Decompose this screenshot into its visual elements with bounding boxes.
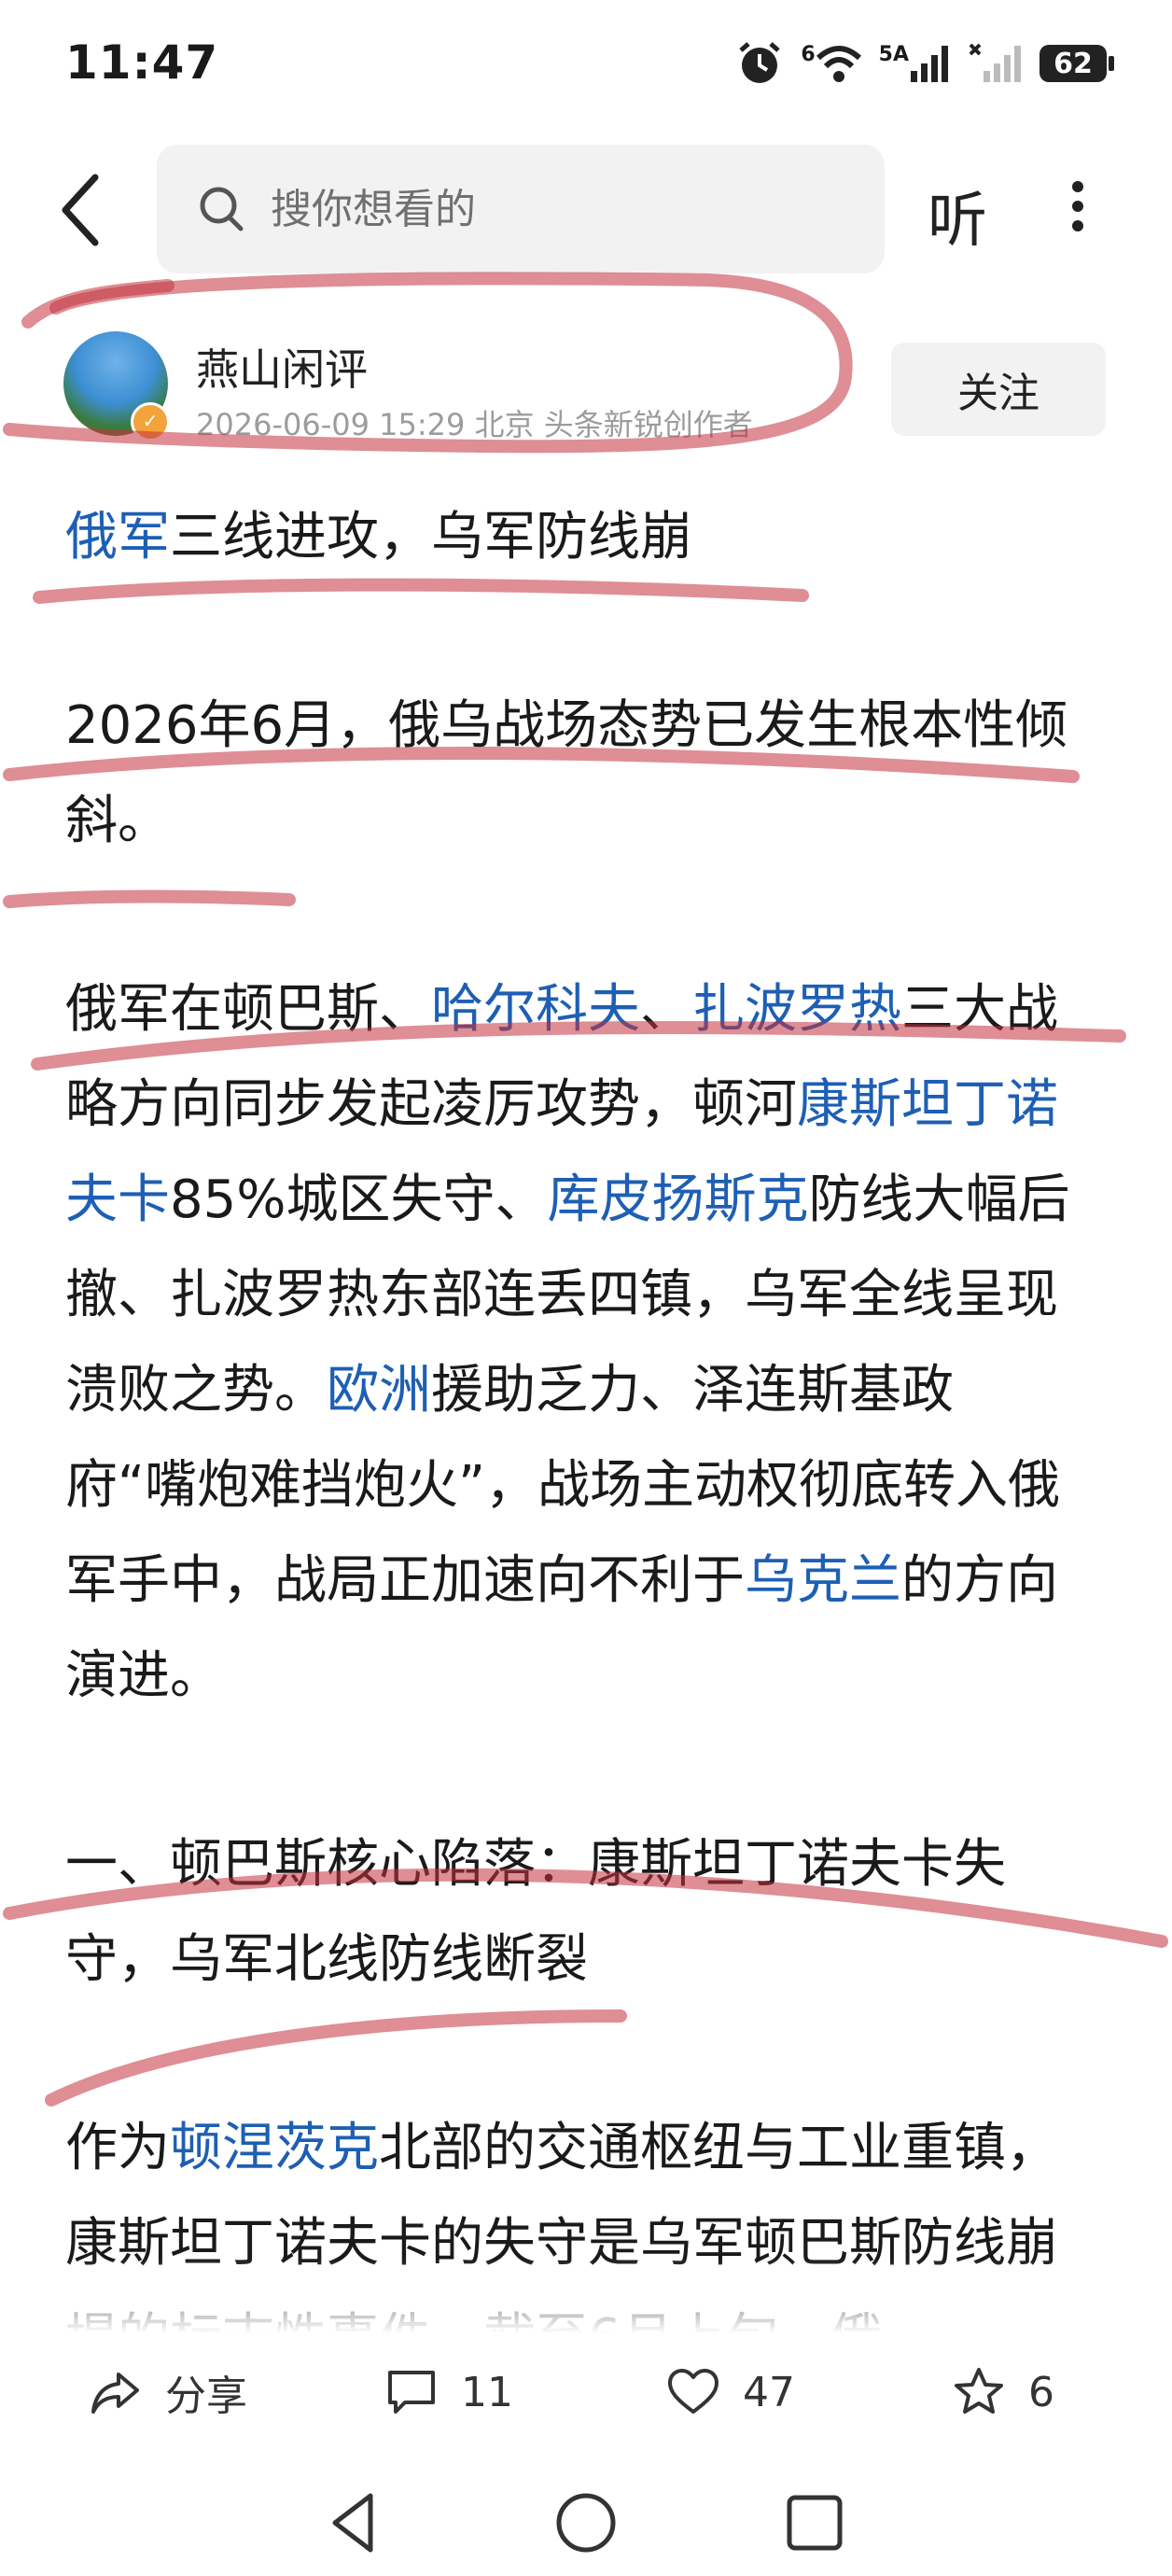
like-count: 47	[743, 2368, 795, 2416]
annotation-author-top	[21, 279, 174, 329]
share-button[interactable]: 分享	[89, 2359, 247, 2425]
paragraph-text: 作为	[65, 2118, 170, 2178]
section-heading-1: 一、顿巴斯核心陷落：康斯坦丁诺夫卡失守，乌军北线防线断裂	[65, 1817, 1073, 2008]
share-label: 分享	[165, 2373, 247, 2420]
nav-back-icon[interactable]	[322, 2490, 387, 2555]
cell-signal-off-icon	[969, 43, 1021, 82]
author-meta: 2026-06-09 15:29 北京 头条新锐创作者	[196, 407, 753, 442]
star-icon	[955, 2368, 1003, 2414]
search-input[interactable]	[269, 184, 832, 234]
paragraph-text: 俄军在顿巴斯、	[65, 979, 431, 1040]
paragraph-text: 2026年6月，俄乌战场态势已发生根本性倾斜。	[65, 695, 1068, 851]
article-paragraph-2: 俄军在顿巴斯、哈尔科夫、扎波罗热三大战略方向同步发起凌厉攻势，顿河康斯坦丁诺夫卡…	[65, 962, 1073, 1724]
favorite-count: 6	[1028, 2368, 1054, 2416]
entity-link[interactable]: 俄军	[65, 507, 170, 567]
entity-link[interactable]: 顿涅茨克	[170, 2118, 379, 2178]
article-headline: 俄军三线进攻，乌军防线崩	[65, 490, 1073, 585]
entity-link[interactable]: 库皮扬斯克	[547, 1169, 808, 1230]
bottom-action-bar: 分享 11 47 6	[0, 2333, 1172, 2455]
paragraph-text: 、	[640, 979, 692, 1040]
status-time: 11:47	[65, 35, 219, 90]
wifi-icon	[816, 46, 861, 82]
article-paragraph-1: 2026年6月，俄乌战场态势已发生根本性倾斜。	[65, 679, 1073, 869]
author-row: ✓ 燕山闲评 2026-06-09 15:29 北京 头条新锐创作者 关注	[0, 331, 1172, 453]
heart-icon	[668, 2369, 719, 2414]
network-label: 5A	[878, 43, 909, 66]
entity-link[interactable]: 哈尔科夫	[431, 979, 640, 1040]
alarm-icon	[739, 42, 780, 83]
status-bar: 11:47 6 5A 62	[0, 0, 1172, 131]
comment-icon	[388, 2371, 435, 2414]
battery-indicator: 62	[1039, 45, 1114, 82]
paragraph-text: 三线进攻，乌军防线崩	[170, 507, 692, 567]
more-options-icon[interactable]	[1054, 173, 1101, 247]
top-bar: 听	[0, 145, 1172, 275]
author-name[interactable]: 燕山闲评	[196, 336, 368, 398]
entity-link[interactable]: 扎波罗热	[692, 979, 901, 1040]
comment-button[interactable]: 11	[384, 2359, 513, 2425]
signal-label: 6	[801, 43, 816, 66]
article-body: 俄军三线进攻，乌军防线崩 2026年6月，俄乌战场态势已发生根本性倾斜。 俄军在…	[65, 490, 1073, 2480]
paragraph-text: 85%城区失守、	[170, 1169, 548, 1230]
cell-signal-icon	[911, 46, 948, 82]
follow-button[interactable]: 关注	[891, 343, 1106, 436]
back-arrow-icon[interactable]	[47, 168, 121, 252]
paragraph-text: 一、顿巴斯核心陷落：康斯坦丁诺夫卡失守，乌军北线防线断裂	[65, 1834, 1006, 1990]
comment-count: 11	[461, 2368, 513, 2416]
nav-recents-icon[interactable]	[782, 2490, 847, 2555]
listen-button[interactable]: 听	[928, 173, 987, 259]
entity-link[interactable]: 乌克兰	[745, 1550, 901, 1611]
search-box[interactable]	[157, 145, 885, 273]
share-icon	[91, 2373, 139, 2414]
entity-link[interactable]: 欧洲	[327, 1360, 431, 1421]
status-icons: 6 5A 62	[735, 37, 1114, 90]
content-fade	[0, 2259, 1172, 2333]
search-icon	[200, 187, 244, 231]
creator-badge-icon: ✓	[131, 402, 170, 441]
favorite-button[interactable]: 6	[952, 2359, 1054, 2425]
nav-home-icon[interactable]	[553, 2490, 619, 2555]
like-button[interactable]: 47	[666, 2359, 795, 2425]
system-nav-bar	[0, 2464, 1172, 2576]
